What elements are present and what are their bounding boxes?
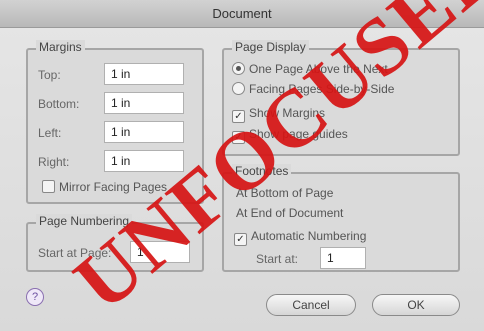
show-page-guides-checkbox[interactable]: ✓ Show page guides	[232, 127, 348, 144]
top-label: Top:	[38, 68, 61, 82]
page-numbering-legend: Page Numbering	[36, 214, 133, 228]
show-page-guides-label: Show page guides	[249, 127, 348, 141]
right-margin-field[interactable]: 1 in	[104, 150, 184, 172]
mirror-facing-pages-label: Mirror Facing Pages	[59, 180, 168, 194]
footnotes-legend: Footnotes	[232, 164, 292, 178]
radio-icon	[232, 82, 245, 95]
document-dialog: Document Margins Top: 1 in Bottom: 1 in …	[0, 0, 484, 331]
automatic-numbering-checkbox[interactable]: ✓ Automatic Numbering	[234, 229, 366, 246]
checkmark-icon: ✓	[232, 110, 245, 123]
start-at-page-field[interactable]: 1	[130, 241, 190, 263]
facing-pages-label: Facing Pages Side-by-Side	[249, 82, 395, 96]
checkmark-icon: ✓	[232, 131, 245, 144]
checkbox-icon	[42, 180, 55, 193]
page-display-legend: Page Display	[232, 40, 309, 54]
mirror-facing-pages-checkbox[interactable]: Mirror Facing Pages	[42, 180, 167, 194]
at-end-of-document-label: At End of Document	[236, 206, 344, 220]
title-bar[interactable]: Document	[0, 0, 484, 28]
checkmark-icon: ✓	[234, 233, 247, 246]
right-label: Right:	[38, 155, 70, 169]
help-icon[interactable]: ?	[26, 288, 44, 306]
at-bottom-of-page-option[interactable]: At Bottom of Page	[236, 186, 333, 200]
top-margin-field[interactable]: 1 in	[104, 63, 184, 85]
bottom-margin-field[interactable]: 1 in	[104, 92, 184, 114]
start-at-page-label: Start at Page:	[38, 246, 112, 260]
facing-pages-radio[interactable]: Facing Pages Side-by-Side	[232, 82, 394, 96]
bottom-label: Bottom:	[38, 97, 80, 111]
footnote-start-at-label: Start at:	[256, 252, 299, 266]
radio-selected-icon	[232, 62, 245, 75]
at-end-of-document-option[interactable]: At End of Document	[236, 206, 343, 220]
window-title: Document	[212, 6, 272, 21]
left-margin-field[interactable]: 1 in	[104, 121, 184, 143]
one-page-above-next-radio[interactable]: One Page Above the Next	[232, 62, 388, 76]
show-margins-label: Show Margins	[249, 106, 326, 120]
automatic-numbering-label: Automatic Numbering	[251, 229, 367, 243]
footnote-start-at-field[interactable]: 1	[320, 247, 366, 269]
one-page-label: One Page Above the Next	[249, 62, 388, 76]
cancel-button[interactable]: Cancel	[266, 294, 356, 316]
left-label: Left:	[38, 126, 62, 140]
margins-legend: Margins	[36, 40, 85, 54]
at-bottom-of-page-label: At Bottom of Page	[236, 186, 334, 200]
show-margins-checkbox[interactable]: ✓ Show Margins	[232, 106, 325, 123]
ok-button[interactable]: OK	[372, 294, 460, 316]
